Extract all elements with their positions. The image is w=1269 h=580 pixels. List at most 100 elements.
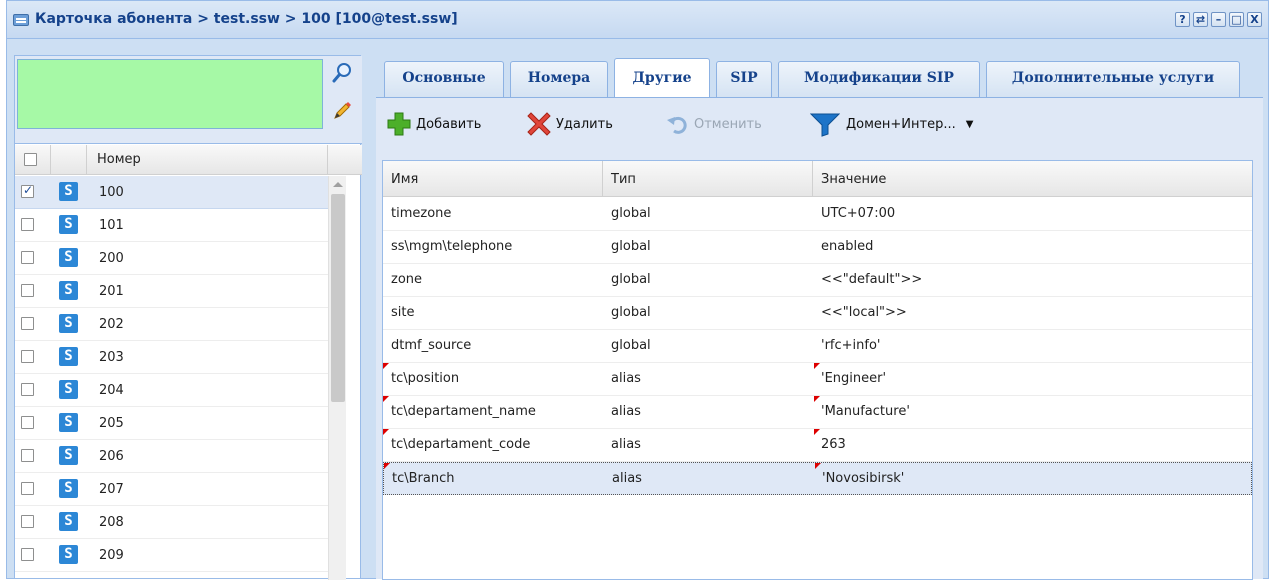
row-number: 207 [99,482,124,497]
cell-value: 'Engineer' [821,371,887,386]
row-checkbox[interactable] [21,482,34,495]
column-header-name[interactable]: Имя [383,161,603,197]
cell-type: alias [611,371,641,386]
table-row[interactable]: timezone global UTC+07:00 [383,198,1252,231]
search-icon[interactable] [327,58,357,88]
cell-name: tc\departament_code [391,437,531,452]
row-number: 101 [99,218,124,233]
window-title: Карточка абонента > test.ssw > 100 [100@… [35,11,458,27]
edit-pencil-icon[interactable] [327,96,357,126]
row-checkbox[interactable] [21,183,34,198]
subscriber-icon: S [59,314,78,333]
row-checkbox[interactable] [21,416,34,429]
list-item[interactable]: S 209 [15,539,345,572]
list-item[interactable]: S 202 [15,308,345,341]
numbers-list: S 100 S 101 S 200 S 201 S 202 S 203 [15,176,345,572]
subscriber-icon: S [59,215,78,234]
numbers-panel: Номер S 100 S 101 S 200 S 201 S 202 [14,55,362,580]
close-icon[interactable]: X [1247,12,1262,27]
subscriber-icon: S [59,182,78,201]
subscriber-icon: S [59,380,78,399]
toolbar: Добавить Удалить Отменить Домен+Интер...… [376,98,1263,154]
row-checkbox[interactable] [21,383,34,396]
row-number: 201 [99,284,124,299]
list-item[interactable]: S 207 [15,473,345,506]
tab-main[interactable]: Основные [384,61,504,97]
list-item[interactable]: S 204 [15,374,345,407]
modified-marker-icon [814,429,820,435]
cell-value: 'rfc+info' [821,338,881,353]
cancel-button-label: Отменить [694,116,762,132]
select-all-checkbox[interactable] [24,153,37,166]
cell-name: tc\departament_name [391,404,536,419]
table-row[interactable]: zone global <<"default">> [383,264,1252,297]
row-checkbox[interactable] [21,449,34,462]
tab-numbers[interactable]: Номера [510,61,608,97]
column-header-type[interactable]: Тип [603,161,813,197]
add-button-label: Добавить [416,116,482,132]
parameters-grid: Имя Тип Значение timezone global UTC+07:… [382,160,1253,580]
list-item[interactable]: S 205 [15,407,345,440]
numbers-scrollbar[interactable] [328,176,346,580]
undo-icon [667,116,687,134]
search-input[interactable] [17,59,323,129]
table-row[interactable]: tc\departament_name alias 'Manufacture' [383,396,1252,429]
scroll-up-arrow-icon[interactable] [333,182,343,187]
row-checkbox[interactable] [21,548,34,561]
table-row[interactable]: tc\Branch alias 'Novosibirsk' [383,462,1252,495]
modified-marker-icon [383,396,389,402]
minimize-icon[interactable]: – [1211,12,1226,27]
subscriber-icon: S [59,446,78,465]
list-item[interactable]: S 208 [15,506,345,539]
subscriber-icon: S [59,281,78,300]
row-checkbox[interactable] [21,251,34,264]
table-row[interactable]: tc\departament_code alias 263 [383,429,1252,462]
numbers-list-header: Номер [15,145,362,175]
list-item[interactable]: S 101 [15,209,345,242]
add-button[interactable]: Добавить [386,110,481,138]
table-row[interactable]: tc\position alias 'Engineer' [383,363,1252,396]
tab-additional-services[interactable]: Дополнительные услуги [986,61,1240,97]
tab-other[interactable]: Другие [614,58,710,98]
list-item[interactable]: S 201 [15,275,345,308]
filter-dropdown[interactable]: Домен+Интер... ▼ [810,110,973,138]
list-item[interactable]: S 100 [15,176,345,209]
row-checkbox[interactable] [21,515,34,528]
refresh-icon[interactable]: ⇄ [1193,12,1208,27]
row-checkbox[interactable] [21,317,34,330]
maximize-icon[interactable]: □ [1229,12,1244,27]
plus-icon [387,112,411,136]
cancel-button[interactable]: Отменить [666,110,762,138]
cell-name: site [391,305,415,320]
tab-sip-modifications[interactable]: Модификации SIP [778,61,980,97]
row-number: 205 [99,416,124,431]
list-item[interactable]: S 203 [15,341,345,374]
delete-button[interactable]: Удалить [526,110,613,138]
chevron-down-icon[interactable]: ▼ [966,119,974,130]
row-checkbox[interactable] [21,350,34,363]
modified-marker-icon [383,363,389,369]
scroll-thumb[interactable] [331,194,345,402]
details-panel: Основные Номера Другие SIP Модификации S… [376,55,1263,580]
tab-content: Добавить Удалить Отменить Домен+Интер...… [376,97,1263,580]
cell-type: alias [611,404,641,419]
cell-type: global [611,272,651,287]
row-number: 209 [99,548,124,563]
tab-sip[interactable]: SIP [716,61,772,97]
row-number: 202 [99,317,124,332]
list-item[interactable]: S 206 [15,440,345,473]
row-checkbox[interactable] [21,218,34,231]
table-row[interactable]: ss\mgm\telephone global enabled [383,231,1252,264]
row-number: 200 [99,251,124,266]
column-header-value[interactable]: Значение [813,161,1252,197]
modified-marker-icon [814,363,820,369]
help-icon[interactable]: ? [1175,12,1190,27]
subscriber-icon: S [59,248,78,267]
row-checkbox[interactable] [21,284,34,297]
table-row[interactable]: site global <<"local">> [383,297,1252,330]
table-row[interactable]: dtmf_source global 'rfc+info' [383,330,1252,363]
list-item[interactable]: S 200 [15,242,345,275]
window-titlebar[interactable]: Карточка абонента > test.ssw > 100 [100@… [7,1,1268,39]
cell-name: tc\position [391,371,460,386]
subscriber-icon: S [59,512,78,531]
